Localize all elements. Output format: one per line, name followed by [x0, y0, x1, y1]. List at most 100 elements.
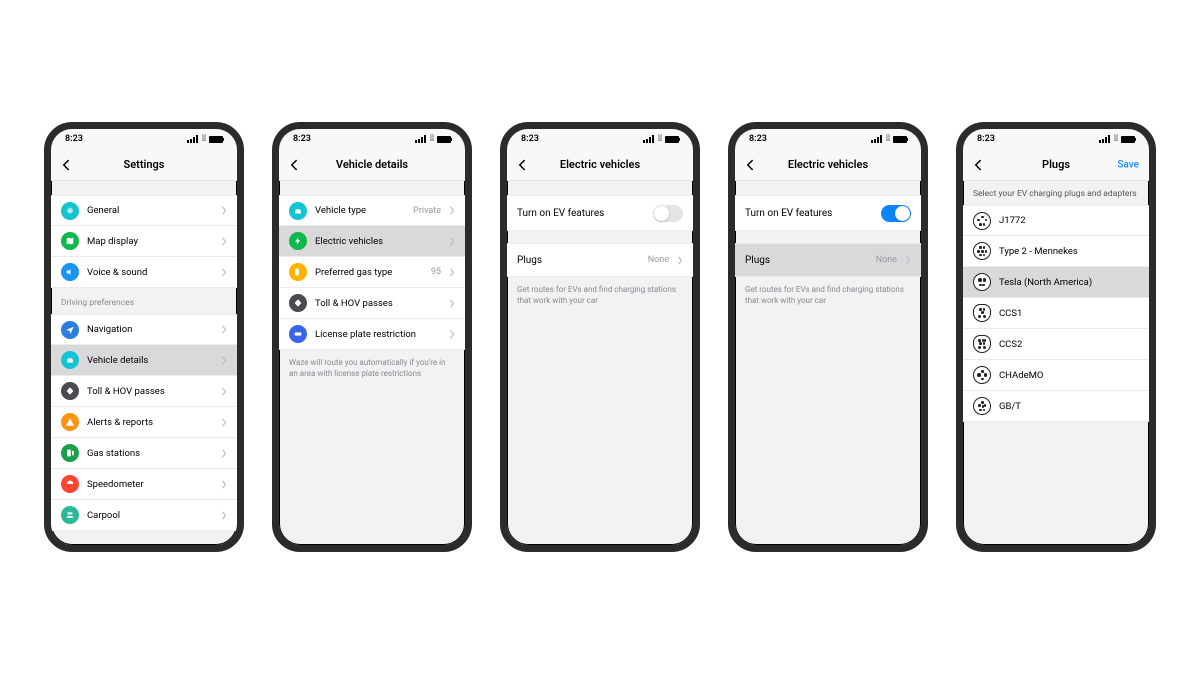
back-button[interactable]: [743, 158, 757, 172]
ev-toggle[interactable]: [653, 205, 683, 222]
info-text: Select your EV charging plugs and adapte…: [963, 181, 1149, 205]
row-gas[interactable]: Gas stations: [51, 438, 237, 469]
battery-icon: [1121, 136, 1135, 143]
chevron-right-icon: [221, 418, 227, 427]
row-value: 95: [431, 267, 441, 277]
row-alerts[interactable]: Alerts & reports: [51, 407, 237, 438]
row-label: Speedometer: [87, 479, 213, 490]
footer-note: Get routes for EVs and find charging sta…: [507, 277, 693, 307]
row-plug-j1772[interactable]: J1772: [963, 205, 1149, 236]
row-vehicle-type[interactable]: Vehicle type Private: [279, 195, 465, 226]
vehicle-list[interactable]: Vehicle type Private Electric vehicles P…: [279, 181, 465, 545]
status-indicators: 􀙇: [1099, 135, 1135, 144]
chevron-right-icon: [449, 299, 455, 308]
chevron-right-icon: [677, 256, 683, 265]
ev-list: Turn on EV features Plugs None Get route…: [735, 181, 921, 545]
save-button[interactable]: Save: [1117, 159, 1139, 170]
section-header-driving: Driving preferences: [51, 288, 237, 314]
row-ev-toggle[interactable]: Turn on EV features: [735, 195, 921, 231]
wifi-icon: 􀙇: [1114, 135, 1118, 144]
row-label: CCS1: [999, 308, 1139, 319]
row-vehicle-details[interactable]: Vehicle details: [51, 345, 237, 376]
row-label: Tesla (North America): [999, 277, 1139, 288]
diamond-icon: [289, 294, 307, 312]
row-label: Turn on EV features: [517, 208, 645, 219]
row-plug-type2[interactable]: Type 2 - Mennekes: [963, 236, 1149, 267]
row-plug-chademo[interactable]: CHAdeMO: [963, 360, 1149, 391]
status-indicators: 􀙇: [643, 135, 679, 144]
row-ev-toggle[interactable]: Turn on EV features: [507, 195, 693, 231]
chevron-right-icon: [449, 330, 455, 339]
row-label: Navigation: [87, 324, 213, 335]
row-plugs[interactable]: Plugs None: [507, 243, 693, 277]
row-label: Type 2 - Mennekes: [999, 246, 1139, 257]
status-indicators: 􀙇: [187, 135, 223, 144]
signal-icon: [1099, 135, 1111, 143]
row-label: Carpool: [87, 510, 213, 521]
footer-note: Waze will route you automatically if you…: [279, 350, 465, 380]
ev-list: Turn on EV features Plugs None Get route…: [507, 181, 693, 545]
back-button[interactable]: [59, 158, 73, 172]
row-plug-gbt[interactable]: GB/T: [963, 391, 1149, 422]
speedo-icon: [61, 475, 79, 493]
row-toll-hov[interactable]: Toll & HOV passes: [279, 288, 465, 319]
page-title: Settings: [124, 158, 165, 171]
row-map-display[interactable]: Map display: [51, 226, 237, 257]
back-button[interactable]: [515, 158, 529, 172]
row-value: None: [876, 255, 897, 265]
fuel-icon: [289, 263, 307, 281]
gear-icon: [61, 202, 79, 220]
chevron-right-icon: [221, 480, 227, 489]
wifi-icon: 􀙇: [886, 135, 890, 144]
row-plug-ccs2[interactable]: CCS2: [963, 329, 1149, 360]
plug-icon: [973, 335, 991, 353]
plugs-list[interactable]: Select your EV charging plugs and adapte…: [963, 181, 1149, 545]
plug-icon: [973, 366, 991, 384]
row-label: Turn on EV features: [745, 208, 873, 219]
chevron-right-icon: [905, 256, 911, 265]
battery-icon: [209, 136, 223, 143]
chevron-right-icon: [449, 268, 455, 277]
row-carpool[interactable]: Carpool: [51, 500, 237, 531]
row-voice-sound[interactable]: Voice & sound: [51, 257, 237, 288]
battery-icon: [665, 136, 679, 143]
wifi-icon: 􀙇: [430, 135, 434, 144]
row-toll-hov[interactable]: Toll & HOV passes: [51, 376, 237, 407]
map-icon: [61, 232, 79, 250]
back-button[interactable]: [287, 158, 301, 172]
plug-icon: [973, 397, 991, 415]
row-label: Plugs: [517, 255, 640, 266]
row-plug-tesla[interactable]: Tesla (North America): [963, 267, 1149, 298]
row-speedometer[interactable]: Speedometer: [51, 469, 237, 500]
row-gas-type[interactable]: Preferred gas type 95: [279, 257, 465, 288]
status-time: 8:23: [749, 134, 767, 144]
row-label: Electric vehicles: [315, 236, 441, 247]
status-indicators: 􀙇: [415, 135, 451, 144]
back-button[interactable]: [971, 158, 985, 172]
row-plug-ccs1[interactable]: CCS1: [963, 298, 1149, 329]
ev-toggle[interactable]: [881, 205, 911, 222]
car-icon: [289, 202, 307, 220]
car-icon: [61, 351, 79, 369]
row-plugs[interactable]: Plugs None: [735, 243, 921, 277]
plug-icon: [973, 242, 991, 260]
carpool-icon: [61, 506, 79, 524]
nav-header: Settings: [51, 149, 237, 181]
settings-list[interactable]: General Map display Voice & sound Drivin…: [51, 181, 237, 545]
nav-header: Plugs Save: [963, 149, 1149, 181]
row-label: Gas stations: [87, 448, 213, 459]
chevron-right-icon: [221, 325, 227, 334]
phone-settings: 8:23 􀙇 Settings General Map display Voic…: [44, 122, 244, 552]
status-bar: 8:23 􀙇: [735, 129, 921, 149]
fuel-icon: [61, 444, 79, 462]
row-electric-vehicles[interactable]: Electric vehicles: [279, 226, 465, 257]
row-label: Toll & HOV passes: [315, 298, 441, 309]
plug-icon: [973, 212, 991, 230]
chevron-right-icon: [221, 511, 227, 520]
row-general[interactable]: General: [51, 195, 237, 226]
row-navigation[interactable]: Navigation: [51, 314, 237, 345]
chevron-right-icon: [221, 387, 227, 396]
wifi-icon: 􀙇: [202, 135, 206, 144]
row-license-plate[interactable]: License plate restriction: [279, 319, 465, 350]
speaker-icon: [61, 263, 79, 281]
